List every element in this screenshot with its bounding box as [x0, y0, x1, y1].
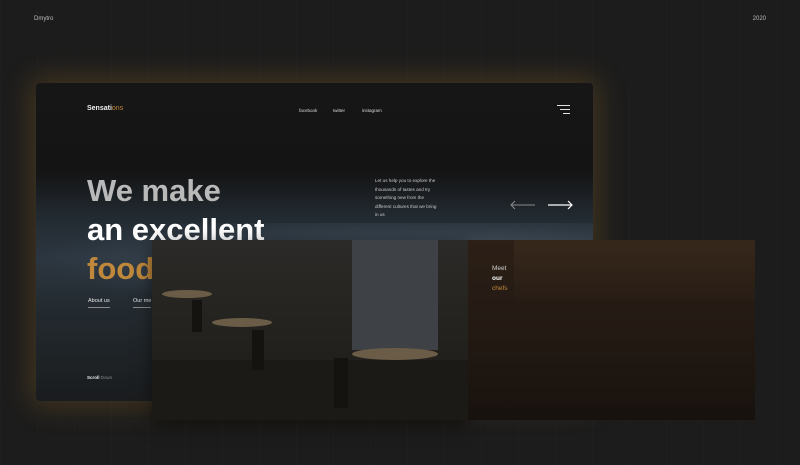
headline-line-3: food	[87, 251, 155, 286]
restaurant-chair	[252, 330, 264, 370]
restaurant-window	[352, 240, 438, 350]
scroll-down-indicator[interactable]: Scroll Down	[87, 375, 112, 380]
headline-line-1: We make	[87, 173, 221, 208]
menu-icon[interactable]	[557, 105, 570, 114]
nav-link-twitter[interactable]: twitter	[333, 108, 345, 113]
restaurant-chair	[192, 300, 202, 332]
restaurant-table	[352, 348, 438, 360]
prev-arrow-icon[interactable]	[510, 200, 536, 210]
chefs-panel[interactable]: Meet our chefs	[468, 240, 755, 420]
year-label: 2020	[752, 16, 766, 22]
scroll-label-thin: Down	[100, 375, 113, 380]
our-menu-link[interactable]: Our me	[133, 298, 152, 308]
chefs-overlay	[468, 240, 755, 420]
restaurant-table	[162, 290, 212, 298]
logo-main: Sensati	[87, 105, 112, 112]
restaurant-image	[152, 240, 468, 420]
hero-description: Let us help you to explore the thousands…	[375, 178, 437, 217]
nav-link-facebook[interactable]: facebook	[299, 108, 317, 113]
author-name: Dmytro	[34, 16, 54, 22]
restaurant-chair	[334, 358, 348, 408]
scroll-label: Scroll	[87, 375, 100, 380]
restaurant-floor	[152, 360, 468, 420]
site-logo[interactable]: Sensations	[87, 105, 123, 112]
about-us-link[interactable]: About us	[88, 298, 110, 308]
meet-our-chefs-label: Meet our chefs	[492, 264, 508, 294]
nav-link-instagram[interactable]: instagram	[362, 108, 382, 113]
logo-accent: ons	[111, 105, 124, 112]
restaurant-table	[212, 318, 272, 327]
next-arrow-icon[interactable]	[547, 200, 573, 210]
chefs-word: chefs	[492, 285, 508, 292]
our-word: our	[492, 275, 503, 282]
meet-word: Meet	[492, 265, 507, 272]
